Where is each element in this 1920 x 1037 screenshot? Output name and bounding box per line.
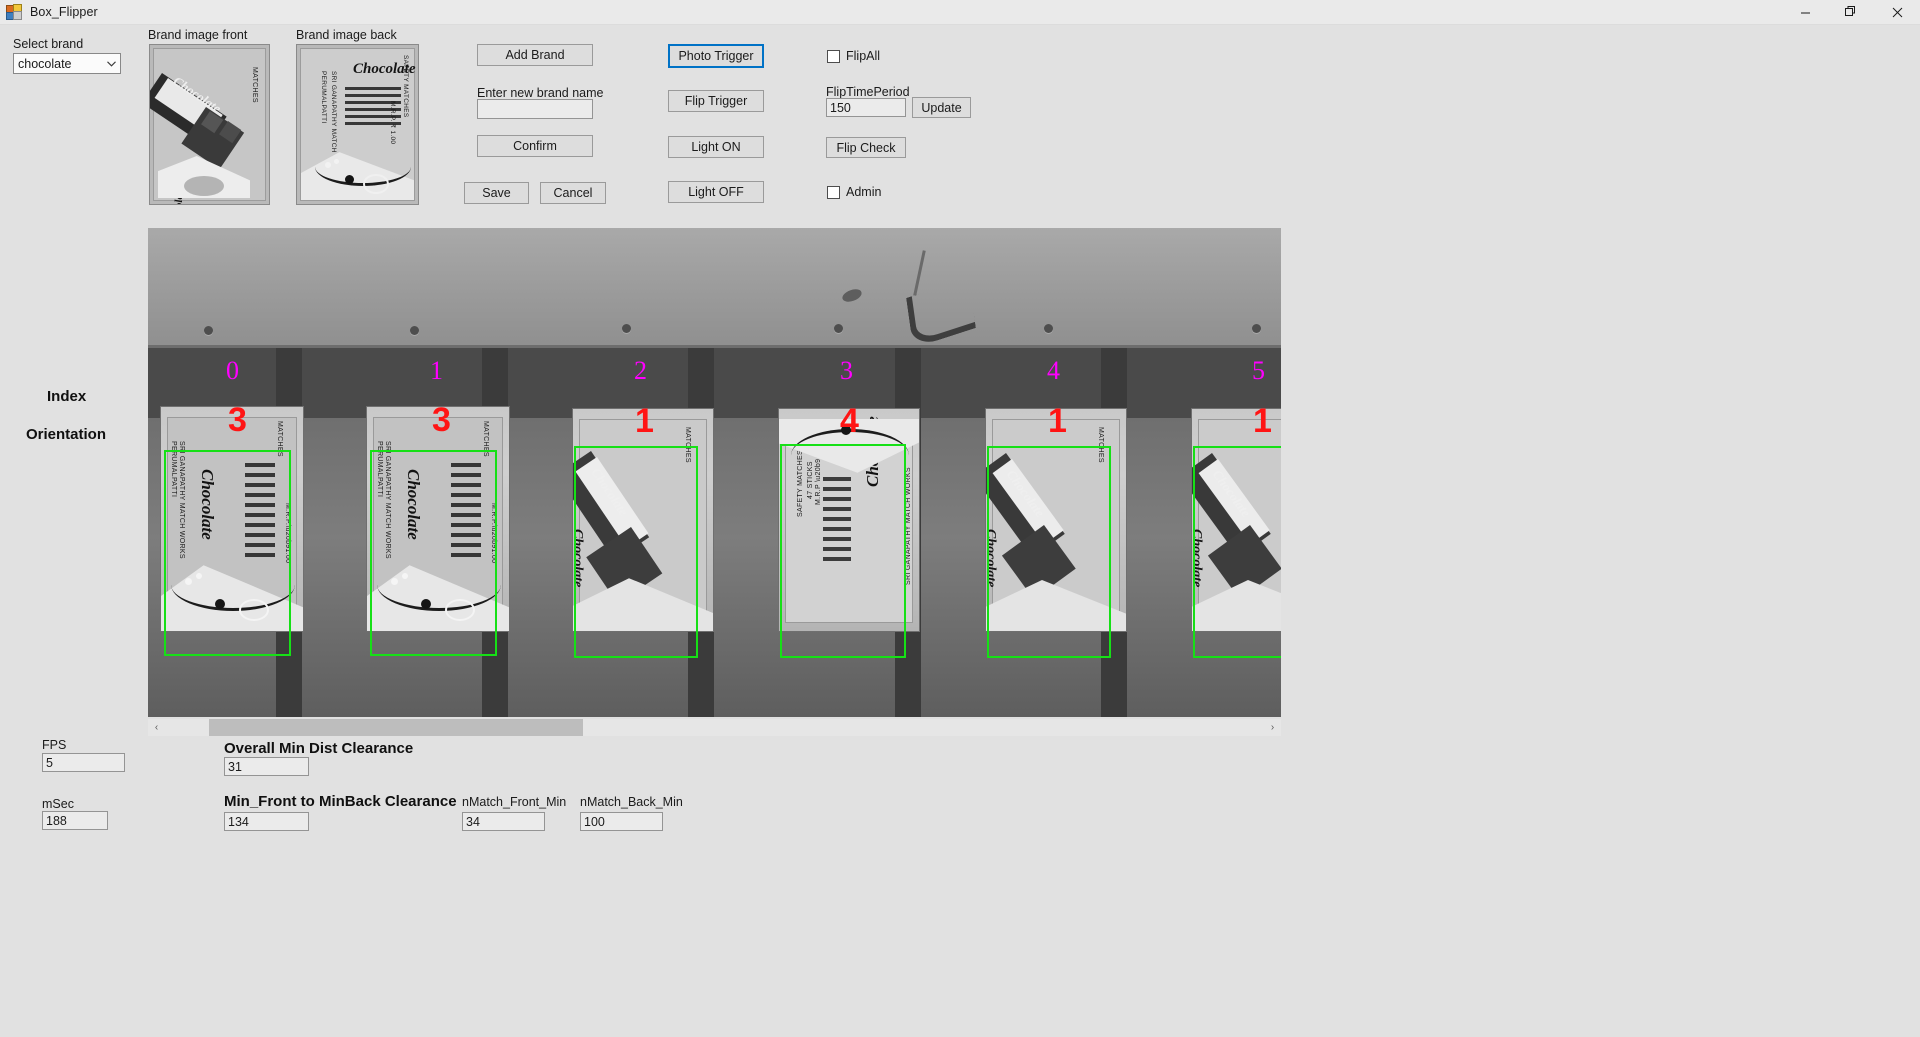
nmatch-front-min-label: nMatch_Front_Min <box>462 795 567 809</box>
camera-horizontal-scrollbar[interactable]: ‹ › <box>148 719 1281 736</box>
select-brand-label: Select brand <box>13 37 84 51</box>
light-off-button[interactable]: Light OFF <box>668 181 764 203</box>
front-side-text: MATCHES <box>251 67 258 103</box>
photo-trigger-button[interactable]: Photo Trigger <box>668 44 764 68</box>
index-label: Index <box>47 388 87 405</box>
box-index: 1 <box>430 356 443 385</box>
box-orientation: 3 <box>228 401 247 439</box>
fps-label: FPS <box>42 738 67 752</box>
new-brand-name-input[interactable] <box>477 99 593 119</box>
close-icon <box>1892 7 1902 17</box>
minimize-button[interactable] <box>1782 0 1828 24</box>
restore-icon <box>1845 6 1855 16</box>
min-front-back-input[interactable] <box>224 812 309 831</box>
msec-input[interactable] <box>42 811 108 830</box>
scroll-right-arrow[interactable]: › <box>1264 719 1281 736</box>
box-index: 2 <box>634 356 647 385</box>
rail-bolt <box>1044 324 1053 333</box>
box-index: 4 <box>1047 356 1060 385</box>
box-orientation: 3 <box>432 401 451 439</box>
add-brand-button[interactable]: Add Brand <box>477 44 593 66</box>
nmatch-back-min-label: nMatch_Back_Min <box>580 795 683 809</box>
confirm-button[interactable]: Confirm <box>477 135 593 157</box>
save-button[interactable]: Save <box>464 182 529 204</box>
box-index: 5 <box>1252 356 1265 385</box>
admin-label: Admin <box>846 185 882 199</box>
maximize-button[interactable] <box>1828 0 1874 24</box>
box-orientation: 1 <box>1253 402 1272 440</box>
chevron-down-icon <box>102 60 120 67</box>
cancel-button[interactable]: Cancel <box>540 182 606 204</box>
flip-check-button[interactable]: Flip Check <box>826 137 906 158</box>
nmatch-front-min-input[interactable] <box>462 812 545 831</box>
camera-image: Chocolate SRI GANAPATHY MATCH WORKS PERU… <box>148 228 1281 717</box>
minimize-icon <box>1800 12 1810 13</box>
scroll-left-arrow[interactable]: ‹ <box>148 719 165 736</box>
light-on-button[interactable]: Light ON <box>668 136 764 158</box>
rail-bolt <box>410 326 419 335</box>
rail-bolt <box>1252 324 1261 333</box>
overall-min-dist-input[interactable] <box>224 757 309 776</box>
admin-checkbox-box <box>827 185 840 199</box>
update-button[interactable]: Update <box>912 97 971 118</box>
window-title: Box_Flipper <box>30 5 98 19</box>
scrollbar-thumb[interactable] <box>208 719 583 736</box>
nmatch-back-min-input[interactable] <box>580 812 663 831</box>
flip-all-label: FlipAll <box>846 49 881 63</box>
box-orientation: 4 <box>840 402 859 440</box>
box-orientation: 1 <box>1048 402 1067 440</box>
camera-view[interactable]: Chocolate SRI GANAPATHY MATCH WORKS PERU… <box>148 228 1281 717</box>
brand-image-back-label: Brand image back <box>296 28 397 42</box>
overall-min-dist-label: Overall Min Dist Clearance <box>224 740 414 757</box>
brand-image-front-label: Brand image front <box>148 28 248 42</box>
flip-all-checkbox[interactable]: FlipAll <box>827 49 880 63</box>
box-index: 0 <box>226 356 239 385</box>
box-index: 3 <box>840 356 853 385</box>
fps-input[interactable] <box>42 753 125 772</box>
title-bar: Box_Flipper <box>0 0 1920 25</box>
brand-image-back: Chocolate SRI GANAPATHY MATCH WORKS PERU… <box>296 44 419 205</box>
back-place-text: PERUMALPATTI <box>320 71 327 124</box>
brand-select-dropdown[interactable]: chocolate <box>13 53 121 74</box>
conveyor-rail <box>148 228 1281 348</box>
app-icon <box>6 4 22 20</box>
brand-select-value: chocolate <box>18 56 72 71</box>
flip-trigger-button[interactable]: Flip Trigger <box>668 90 764 112</box>
min-front-back-label: Min_Front to MinBack Clearance <box>224 793 457 810</box>
msec-label: mSec <box>42 797 74 811</box>
rail-bolt <box>204 326 213 335</box>
admin-checkbox[interactable]: Admin <box>827 185 881 199</box>
box-orientation: 1 <box>635 402 654 440</box>
back-side-top-text: SAFETY MATCHES <box>402 55 409 118</box>
scrollbar-track[interactable] <box>165 719 1264 736</box>
flip-all-checkbox-box <box>827 49 840 63</box>
flip-time-period-input[interactable] <box>826 98 906 117</box>
brand-image-front: Chocolate Chocolate MATCHES <box>149 44 270 205</box>
rail-bolt <box>834 324 843 333</box>
rail-bolt <box>622 324 631 333</box>
close-button[interactable] <box>1874 0 1920 24</box>
orientation-label: Orientation <box>26 426 107 443</box>
back-mrp-text: M.R.P. ₹ 1.00 <box>389 101 396 145</box>
application-window: Box_Flipper Select brand chocolate Brand… <box>0 0 1920 1037</box>
